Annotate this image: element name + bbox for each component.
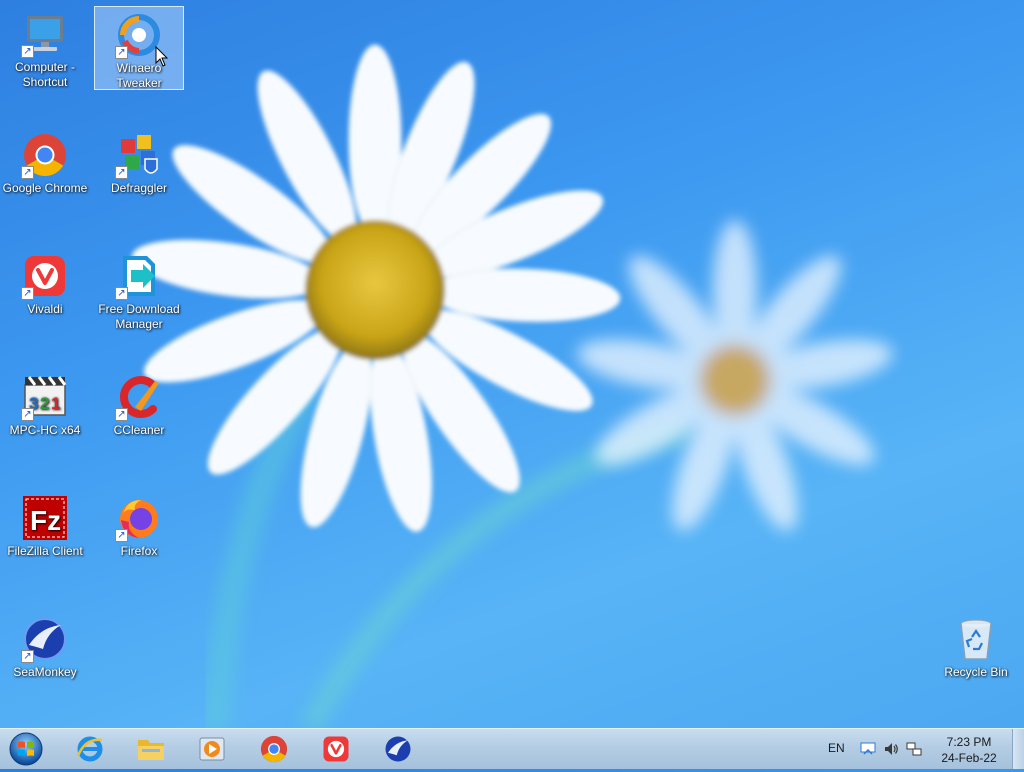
clock-date: 24-Feb-22 bbox=[941, 751, 997, 765]
icon-label: Free Download Manager bbox=[98, 302, 180, 331]
svg-text:2: 2 bbox=[40, 394, 49, 413]
volume-icon[interactable] bbox=[883, 741, 899, 757]
desktop-icon-defraggler[interactable]: ↗ Defraggler bbox=[94, 127, 184, 211]
taskbar-chrome[interactable] bbox=[254, 732, 294, 766]
clock-time: 7:23 PM bbox=[946, 735, 992, 749]
mouse-cursor-icon bbox=[155, 46, 169, 67]
icon-label: CCleaner bbox=[113, 423, 165, 437]
shortcut-arrow-icon: ↗ bbox=[115, 408, 128, 421]
filezilla-icon: Fz bbox=[23, 496, 67, 540]
taskbar-internet-explorer[interactable] bbox=[70, 732, 110, 766]
desktop-icon-filezilla[interactable]: Fz FileZilla Client bbox=[0, 490, 90, 574]
icon-label: Vivaldi bbox=[27, 302, 63, 316]
icon-label: Recycle Bin bbox=[944, 665, 1008, 679]
shortcut-arrow-icon: ↗ bbox=[115, 529, 128, 542]
seamonkey-icon bbox=[385, 736, 411, 762]
shortcut-arrow-icon: ↗ bbox=[21, 166, 34, 179]
desktop-icon-seamonkey[interactable]: ↗ SeaMonkey bbox=[0, 611, 90, 695]
language-indicator[interactable]: EN bbox=[828, 741, 845, 755]
desktop-wallpaper bbox=[131, 44, 893, 728]
desktop-icon-free-download-manager[interactable]: ↗ Free Download Manager bbox=[94, 248, 184, 332]
action-center-flag-icon[interactable] bbox=[860, 741, 876, 757]
taskbar-media-player[interactable] bbox=[192, 732, 232, 766]
icon-label: Firefox bbox=[120, 544, 158, 558]
taskbar-vivaldi[interactable] bbox=[316, 732, 356, 766]
taskbar-seamonkey[interactable] bbox=[378, 732, 418, 766]
desktop-icon-vivaldi[interactable]: ↗ Vivaldi bbox=[0, 248, 90, 332]
taskbar: EN 7:23 PM 24-Feb-22 bbox=[0, 728, 1024, 769]
desktop-icon-mpc-hc[interactable]: 3 2 1 ↗ MPC-HC x64 bbox=[0, 369, 90, 453]
desktop-icon-firefox[interactable]: ↗ Firefox bbox=[94, 490, 184, 574]
media-player-icon bbox=[199, 737, 225, 761]
desktop-icon-ccleaner[interactable]: ↗ CCleaner bbox=[94, 369, 184, 453]
vivaldi-icon bbox=[323, 736, 349, 762]
file-explorer-icon bbox=[138, 740, 164, 760]
internet-explorer-icon bbox=[76, 736, 103, 762]
network-icon[interactable] bbox=[906, 741, 922, 757]
desktop-icon-google-chrome[interactable]: ↗ Google Chrome bbox=[0, 127, 90, 211]
start-button[interactable] bbox=[8, 731, 44, 767]
desktop-icon-winaero-tweaker[interactable]: ↗ Winaero Tweaker bbox=[94, 6, 184, 90]
shortcut-arrow-icon: ↗ bbox=[21, 287, 34, 300]
desktop-icon-recycle-bin[interactable]: Recycle Bin bbox=[931, 611, 1021, 695]
shortcut-arrow-icon: ↗ bbox=[115, 287, 128, 300]
taskbar-file-explorer[interactable] bbox=[131, 732, 171, 766]
icon-label: Winaero Tweaker bbox=[116, 61, 162, 90]
windows-orb-icon bbox=[9, 732, 43, 766]
shortcut-arrow-icon: ↗ bbox=[21, 650, 34, 663]
recycle-bin-icon bbox=[960, 619, 992, 660]
shortcut-arrow-icon: ↗ bbox=[115, 166, 128, 179]
icon-label: Google Chrome bbox=[2, 181, 88, 195]
shortcut-arrow-icon: ↗ bbox=[21, 45, 34, 58]
svg-text:1: 1 bbox=[51, 394, 60, 413]
svg-text:Fz: Fz bbox=[30, 505, 61, 536]
chrome-icon bbox=[260, 735, 288, 763]
icon-label: FileZilla Client bbox=[7, 544, 83, 558]
show-desktop-button[interactable] bbox=[1012, 729, 1024, 769]
shortcut-arrow-icon: ↗ bbox=[115, 46, 128, 59]
desktop-icon-computer-shortcut[interactable]: ↗ Computer - Shortcut bbox=[0, 6, 90, 90]
icon-label: SeaMonkey bbox=[13, 665, 77, 679]
system-clock[interactable]: 7:23 PM 24-Feb-22 bbox=[934, 734, 1004, 766]
icon-label: MPC-HC x64 bbox=[9, 423, 81, 437]
icon-label: Computer - Shortcut bbox=[14, 60, 76, 89]
icon-label: Defraggler bbox=[110, 181, 168, 195]
shortcut-arrow-icon: ↗ bbox=[21, 408, 34, 421]
